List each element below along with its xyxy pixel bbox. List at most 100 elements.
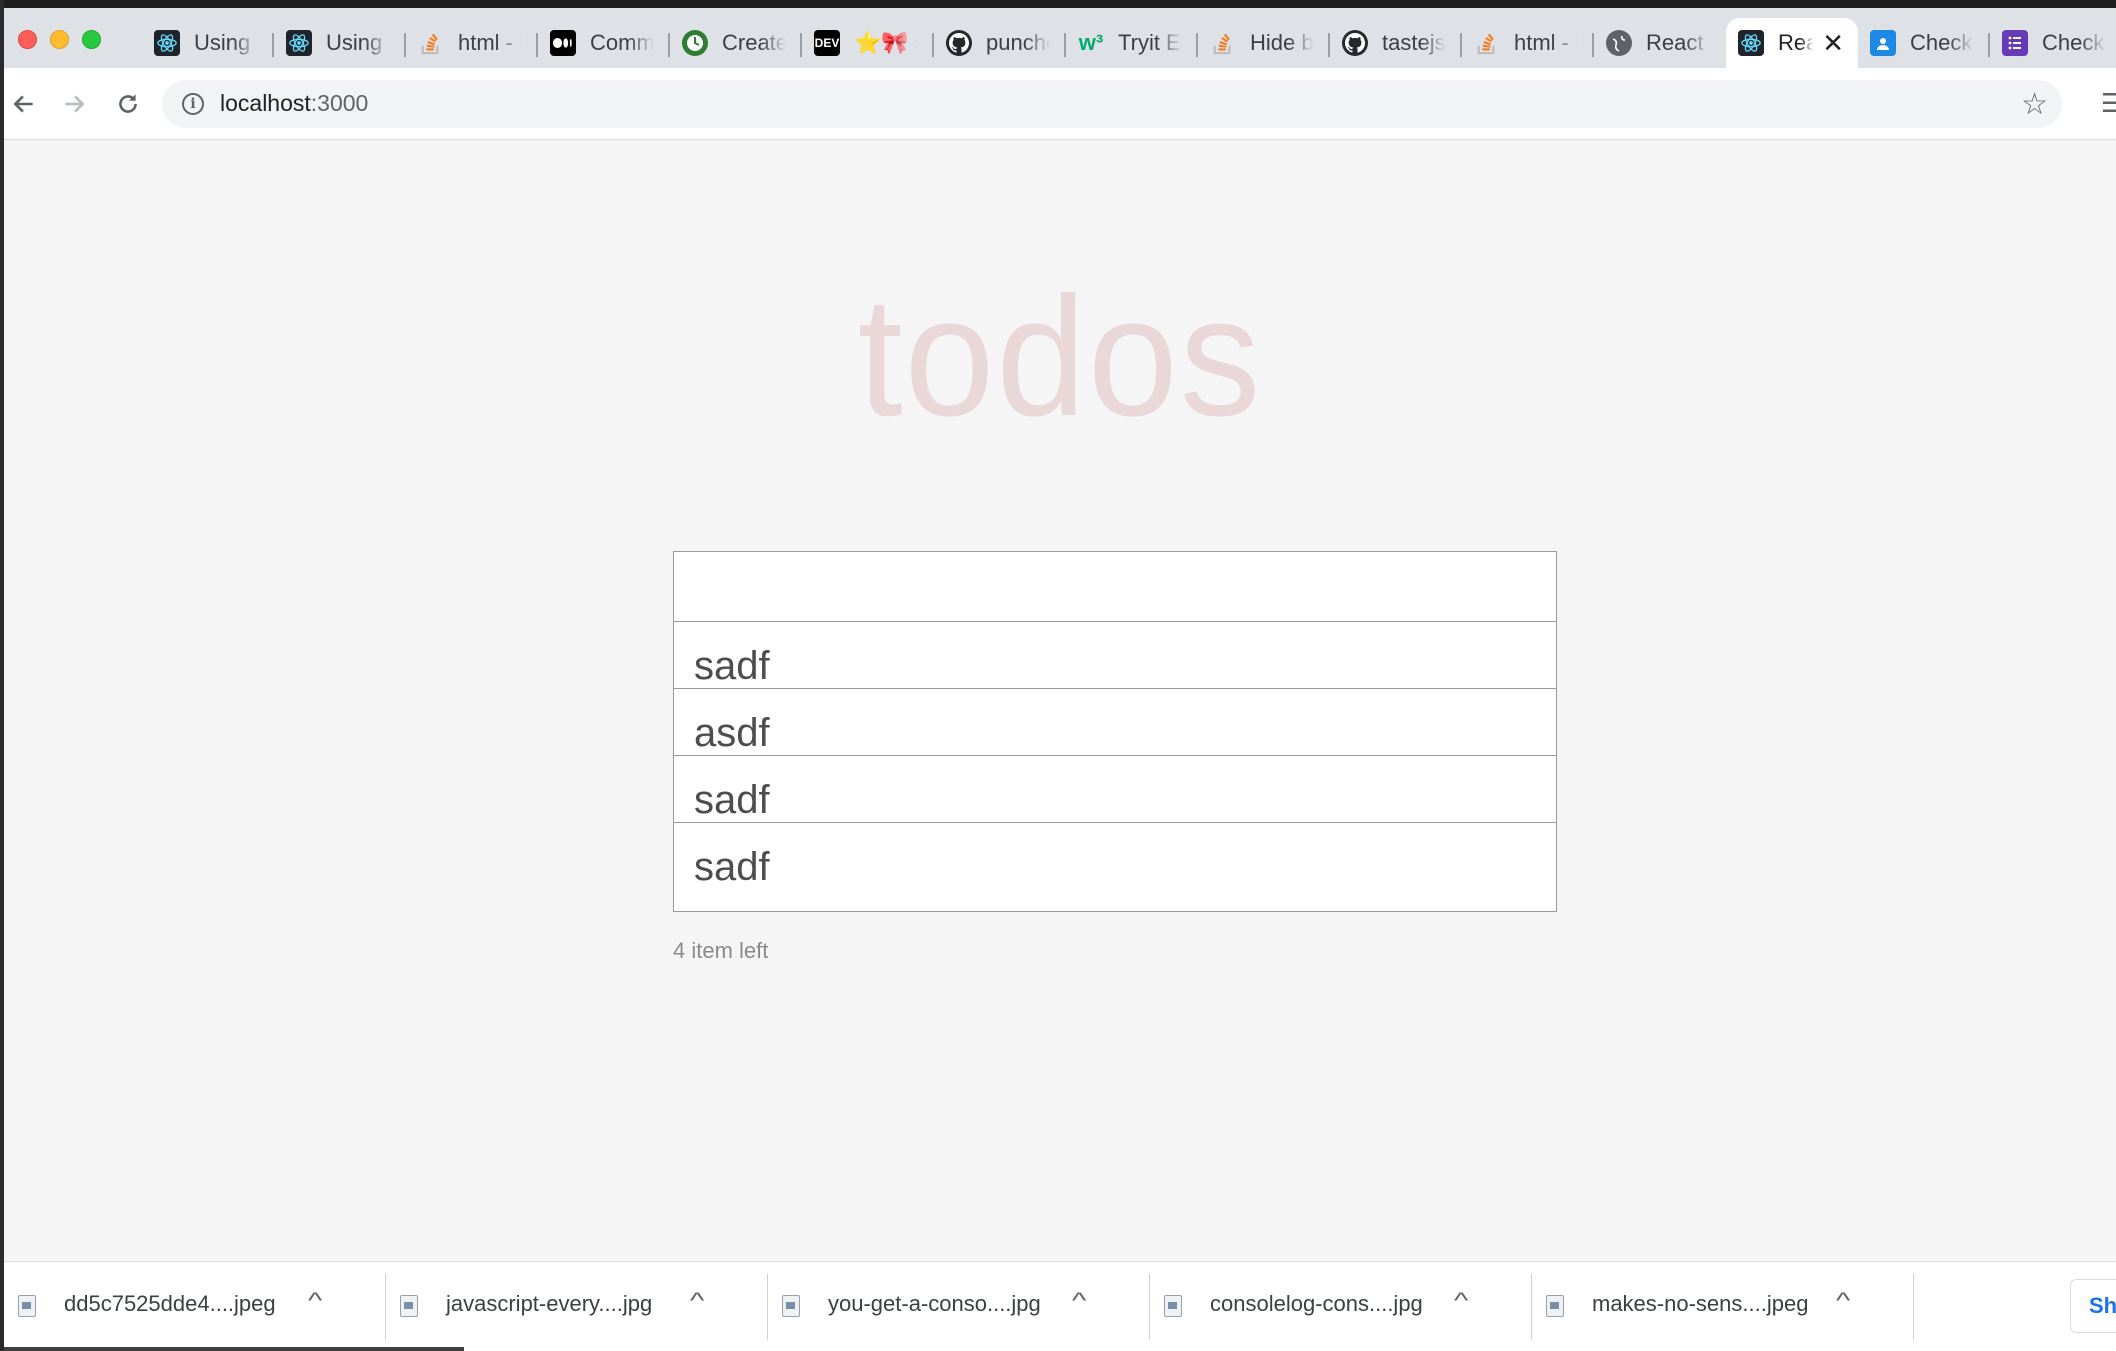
download-filename: makes-no-sens....jpeg bbox=[1592, 1291, 1809, 1316]
stackoverflow-icon bbox=[1474, 30, 1500, 56]
create-icon bbox=[682, 30, 708, 56]
download-item[interactable]: you-get-a-conso....jpg ^ bbox=[768, 1262, 1150, 1351]
globe-icon bbox=[1606, 30, 1632, 56]
zoom-window-button[interactable] bbox=[82, 30, 101, 49]
close-tab-icon[interactable]: ✕ bbox=[1822, 30, 1844, 56]
image-file-icon bbox=[782, 1295, 800, 1317]
chevron-up-icon[interactable]: ^ bbox=[690, 1288, 704, 1314]
tab-title: Commo bbox=[590, 30, 654, 55]
todo-label: asdf bbox=[694, 711, 770, 755]
tab-4[interactable]: Create bbox=[670, 18, 802, 68]
tab-list: Using t Using t html - E Commo Create DE… bbox=[142, 18, 2116, 68]
app-title: todos bbox=[857, 262, 1263, 452]
arrow-right-icon bbox=[65, 95, 85, 113]
chevron-up-icon[interactable]: ^ bbox=[1072, 1288, 1086, 1314]
download-item[interactable]: dd5c7525dde4....jpeg ^ bbox=[4, 1262, 386, 1351]
tab-title: html - E bbox=[1514, 30, 1578, 55]
tab-title: Using t bbox=[194, 30, 258, 55]
classroom-icon bbox=[1870, 30, 1896, 56]
download-filename: dd5c7525dde4....jpeg bbox=[64, 1291, 276, 1316]
todo-list-box: sadf asdf sadf sadf bbox=[673, 551, 1557, 912]
shelf-bottom-edge bbox=[4, 1347, 464, 1351]
download-item[interactable]: javascript-every....jpg ^ bbox=[386, 1262, 768, 1351]
todo-item[interactable]: sadf bbox=[674, 756, 1556, 823]
forward-button[interactable] bbox=[54, 84, 94, 124]
tab-title: html - E bbox=[458, 30, 522, 55]
tab-title: tastejs/ bbox=[1382, 30, 1446, 55]
url-host: localhost bbox=[220, 90, 311, 116]
tab-title: React - bbox=[1646, 30, 1710, 55]
image-file-icon bbox=[1164, 1295, 1182, 1317]
w3schools-icon: w³ bbox=[1078, 30, 1104, 55]
download-filename: you-get-a-conso....jpg bbox=[828, 1291, 1041, 1316]
image-file-icon bbox=[18, 1295, 36, 1317]
minimize-window-button[interactable] bbox=[50, 30, 69, 49]
new-todo-input[interactable] bbox=[674, 552, 1556, 622]
reload-button[interactable] bbox=[108, 84, 148, 124]
todo-label: sadf bbox=[694, 644, 770, 688]
back-button[interactable] bbox=[4, 84, 44, 124]
tab-9[interactable]: tastejs/ bbox=[1330, 18, 1462, 68]
chevron-up-icon[interactable]: ^ bbox=[308, 1288, 322, 1314]
tab-11[interactable]: React - bbox=[1594, 18, 1726, 68]
react-icon bbox=[154, 30, 180, 56]
tab-3[interactable]: Commo bbox=[538, 18, 670, 68]
page-content: todos sadf asdf sadf sadf 4 item left bbox=[4, 141, 2116, 1261]
tab-title: Tryit Ed bbox=[1118, 30, 1182, 55]
tab-title: ⭐🎀 J bbox=[854, 30, 918, 55]
tab-8[interactable]: Hide bo bbox=[1198, 18, 1330, 68]
todo-item[interactable]: sadf bbox=[674, 622, 1556, 689]
tab-2[interactable]: html - E bbox=[406, 18, 538, 68]
download-filename: consolelog-cons....jpg bbox=[1210, 1291, 1423, 1316]
github-icon bbox=[946, 30, 972, 56]
tab-title: Checki bbox=[2042, 30, 2106, 55]
download-filename: javascript-every....jpg bbox=[446, 1291, 653, 1316]
tab-7[interactable]: w³ Tryit Ed bbox=[1066, 18, 1198, 68]
url-text: localhost:3000 bbox=[220, 90, 368, 117]
chevron-up-icon[interactable]: ^ bbox=[1836, 1288, 1850, 1314]
todo-item[interactable]: asdf bbox=[674, 689, 1556, 756]
download-item[interactable]: makes-no-sens....jpeg ^ bbox=[1532, 1262, 1914, 1351]
react-icon bbox=[1738, 30, 1764, 56]
close-window-button[interactable] bbox=[18, 30, 37, 49]
tab-6[interactable]: puncho bbox=[934, 18, 1066, 68]
browser-window: Using t Using t html - E Commo Create DE… bbox=[4, 8, 2116, 1351]
medium-icon bbox=[550, 30, 576, 56]
tab-title: puncho bbox=[986, 30, 1050, 55]
arrow-left-icon bbox=[13, 95, 33, 113]
todo-item[interactable]: sadf bbox=[674, 823, 1556, 911]
url-port: :3000 bbox=[310, 90, 369, 116]
address-bar[interactable]: i localhost:3000 ☆ bbox=[162, 80, 2062, 128]
tab-title: Checki bbox=[1910, 30, 1974, 55]
tab-12-active[interactable]: Rea ✕ bbox=[1726, 18, 1858, 68]
forms-icon bbox=[2002, 30, 2028, 56]
menu-icon[interactable]: ☰ bbox=[2101, 88, 2116, 119]
dev-icon: DEV bbox=[814, 30, 840, 56]
tab-title: Rea bbox=[1778, 30, 1814, 55]
stackoverflow-icon bbox=[418, 30, 444, 56]
image-file-icon bbox=[400, 1295, 418, 1317]
tab-10[interactable]: html - E bbox=[1462, 18, 1594, 68]
todo-label: sadf bbox=[694, 845, 770, 889]
tab-0[interactable]: Using t bbox=[142, 18, 274, 68]
chevron-up-icon[interactable]: ^ bbox=[1454, 1288, 1468, 1314]
download-shelf: dd5c7525dde4....jpeg ^ javascript-every.… bbox=[4, 1261, 2116, 1351]
site-info-icon[interactable]: i bbox=[182, 93, 204, 115]
browser-toolbar: i localhost:3000 ☆ ☰ bbox=[4, 68, 2116, 140]
items-left-count: 4 item left bbox=[673, 938, 769, 963]
tab-strip: Using t Using t html - E Commo Create DE… bbox=[4, 8, 2116, 68]
github-icon bbox=[1342, 30, 1368, 56]
tab-1[interactable]: Using t bbox=[274, 18, 406, 68]
tab-title: Using t bbox=[326, 30, 390, 55]
tab-title: Create bbox=[722, 30, 786, 55]
show-all-button[interactable]: Sh bbox=[2070, 1279, 2116, 1333]
tab-5[interactable]: DEV ⭐🎀 J bbox=[802, 18, 934, 68]
tab-13[interactable]: Checki bbox=[1858, 18, 1990, 68]
download-item[interactable]: consolelog-cons....jpg ^ bbox=[1150, 1262, 1532, 1351]
stackoverflow-icon bbox=[1210, 30, 1236, 56]
react-icon bbox=[286, 30, 312, 56]
tab-14[interactable]: Checki bbox=[1990, 18, 2116, 68]
reload-icon bbox=[119, 94, 137, 113]
todo-label: sadf bbox=[694, 778, 770, 822]
bookmark-star-icon[interactable]: ☆ bbox=[2021, 87, 2048, 122]
